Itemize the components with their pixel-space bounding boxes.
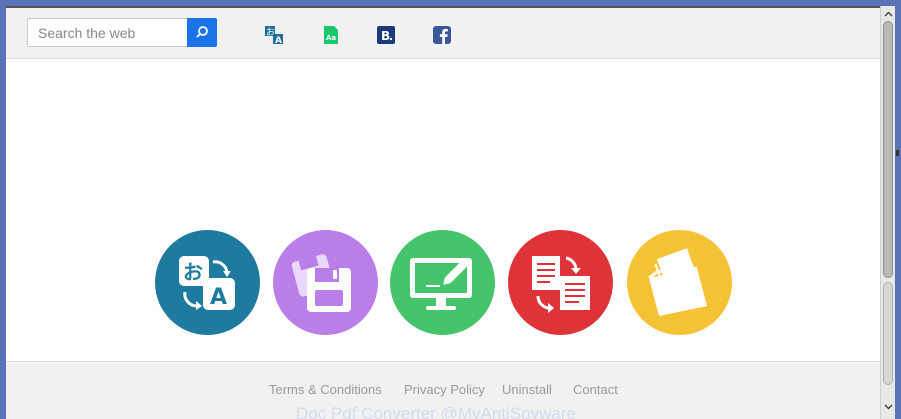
translate-feature-icon: お A — [179, 256, 235, 310]
scroll-up-icon[interactable] — [884, 10, 893, 19]
svg-text:お: お — [183, 260, 203, 284]
svg-text:A: A — [275, 36, 282, 45]
bookmark-b-icon[interactable]: B — [376, 25, 396, 45]
vertical-scrollbar[interactable] — [880, 6, 895, 419]
watermark: Doc Pdf Converter @MyAntiSpyware — [296, 404, 576, 419]
search-placeholder: Search the web — [38, 25, 136, 41]
document-convert-icon — [532, 256, 590, 313]
feature-convert-documents[interactable] — [508, 230, 613, 335]
resize-grip[interactable] — [896, 150, 899, 156]
monitor-pencil-icon — [410, 258, 472, 310]
svg-text:A: A — [210, 285, 227, 310]
footer: Terms & Conditions Privacy Policy Uninst… — [6, 361, 880, 419]
contact-link[interactable]: Contact — [573, 382, 618, 397]
browser-window: Search the web お A Aa B お A Terms & Cond… — [6, 6, 895, 419]
feature-translate[interactable]: お A — [155, 230, 260, 335]
uninstall-link[interactable]: Uninstall — [502, 382, 552, 397]
scrollbar-track-lower[interactable] — [883, 282, 893, 385]
svg-text:B: B — [381, 29, 390, 43]
privacy-link[interactable]: Privacy Policy — [404, 382, 485, 397]
feature-edit-screen[interactable] — [390, 230, 495, 335]
folder-icon — [648, 245, 707, 316]
search-icon — [196, 26, 208, 38]
svg-text:Aa: Aa — [326, 34, 336, 42]
scroll-down-icon[interactable] — [884, 402, 893, 411]
main-content: お A — [6, 59, 880, 361]
facebook-icon[interactable] — [432, 25, 452, 45]
window-right-edge — [895, 0, 901, 419]
feature-folder[interactable] — [627, 230, 732, 335]
search-button[interactable] — [187, 18, 217, 47]
scrollbar-thumb[interactable] — [883, 21, 893, 278]
translate-icon[interactable]: お A — [264, 25, 284, 45]
header-bar: Search the web お A Aa B — [6, 8, 880, 59]
terms-link[interactable]: Terms & Conditions — [269, 382, 382, 397]
feature-save-files[interactable] — [273, 230, 378, 335]
floppy-files-icon — [291, 254, 351, 312]
dictionary-icon[interactable]: Aa — [321, 25, 341, 45]
